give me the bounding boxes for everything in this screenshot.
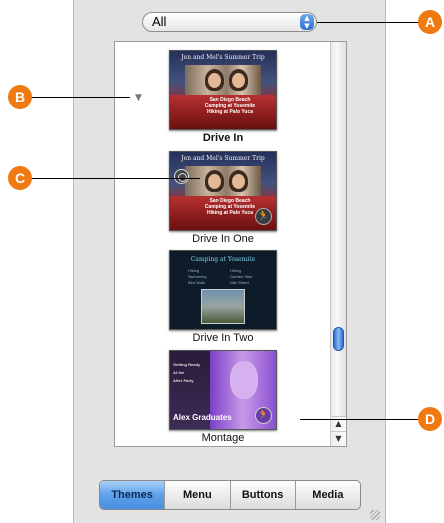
photo-icon <box>185 166 261 198</box>
motion-icon: 🏃 <box>255 407 272 424</box>
theme-thumbnail: Jen and Mel's Summer Trip San Diego Beac… <box>169 151 277 231</box>
callout-a: A <box>418 10 442 34</box>
theme-item-drive-in-one[interactable]: Jen and Mel's Summer Trip San Diego Beac… <box>115 151 331 245</box>
theme-browser[interactable]: ▼ Jen and Mel's Summer Trip San Diego Be… <box>114 41 347 447</box>
theme-item-drive-in-two[interactable]: Camping at Yosemite Hiking Swimming Bird… <box>115 250 331 344</box>
pane-tabs: Themes Menu Buttons Media <box>99 480 361 510</box>
theme-caption: Drive In Two <box>192 332 254 344</box>
callout-line-a <box>317 22 421 23</box>
theme-thumbnail: Getting Ready At the After Party Alex Gr… <box>169 350 277 430</box>
resize-handle-icon[interactable] <box>370 510 380 520</box>
callout-b: B <box>8 85 32 109</box>
drop-zone-icon <box>174 169 189 184</box>
callout-line-b <box>30 97 130 98</box>
scroll-down-icon[interactable]: ▼ <box>330 431 346 446</box>
callout-line-d <box>300 419 418 420</box>
theme-item-drive-in[interactable]: Jen and Mel's Summer Trip San Diego Beac… <box>115 50 331 144</box>
callout-c: C <box>8 166 32 190</box>
callout-line-c <box>30 178 200 179</box>
theme-filter-value: All <box>152 14 167 29</box>
tab-media[interactable]: Media <box>294 481 360 509</box>
tab-themes[interactable]: Themes <box>100 481 165 509</box>
theme-item-montage[interactable]: Getting Ready At the After Party Alex Gr… <box>115 350 331 444</box>
theme-thumbnail: Jen and Mel's Summer Trip San Diego Beac… <box>169 50 277 130</box>
photo-icon <box>185 65 261 97</box>
theme-caption: Drive In One <box>192 233 254 245</box>
theme-filter-popup[interactable]: All ▲ ▼ <box>142 12 317 32</box>
theme-caption: Drive In <box>202 132 244 144</box>
tab-menu[interactable]: Menu <box>164 481 229 509</box>
motion-icon: 🏃 <box>255 208 272 225</box>
vertical-scrollbar[interactable] <box>330 42 346 416</box>
callout-d: D <box>418 407 442 431</box>
scroll-thumb[interactable] <box>333 327 344 351</box>
popup-arrows-icon: ▲ ▼ <box>300 14 314 30</box>
photo-icon <box>201 289 245 324</box>
theme-thumbnail: Camping at Yosemite Hiking Swimming Bird… <box>169 250 277 330</box>
tab-buttons[interactable]: Buttons <box>229 481 295 509</box>
theme-caption: Montage <box>201 432 245 444</box>
